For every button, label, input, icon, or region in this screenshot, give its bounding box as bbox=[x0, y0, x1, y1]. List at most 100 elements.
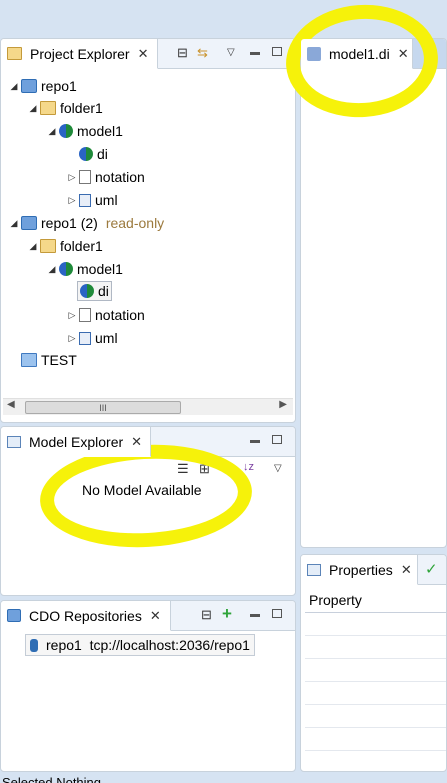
filter-icon[interactable]: ✎ bbox=[221, 461, 232, 477]
close-icon[interactable]: ✕ bbox=[138, 46, 149, 62]
horizontal-scrollbar[interactable]: ◀ III ▶ bbox=[3, 398, 293, 415]
collapsed-arrow-icon[interactable]: ▷ bbox=[67, 195, 77, 206]
table-row bbox=[305, 727, 446, 728]
list-icon[interactable]: ☰ bbox=[177, 461, 189, 477]
tree-item-label: di bbox=[97, 146, 108, 162]
uml-icon bbox=[79, 193, 91, 207]
maximize-icon[interactable] bbox=[272, 47, 282, 56]
tree-item-label: folder1 bbox=[60, 100, 103, 116]
tree-item[interactable]: ◢ repo1 (2) read-only bbox=[9, 213, 165, 233]
properties-view: Properties ✕ ✓ Property bbox=[300, 554, 447, 772]
tree-item-label: folder1 bbox=[60, 238, 103, 254]
tree-item[interactable]: di bbox=[67, 144, 108, 164]
minimize-icon[interactable] bbox=[250, 614, 260, 617]
properties-title: Properties bbox=[329, 561, 393, 578]
maximize-icon[interactable] bbox=[272, 609, 282, 618]
tab-project-explorer[interactable]: Project Explorer ✕ bbox=[1, 39, 158, 69]
expand-arrow-icon[interactable]: ◢ bbox=[28, 241, 38, 252]
expand-arrow-icon[interactable]: ◢ bbox=[47, 126, 57, 137]
scroll-left-icon[interactable]: ◀ bbox=[7, 399, 15, 410]
repo-icon bbox=[21, 216, 37, 230]
tab-model1-di[interactable]: model1.di ✕ bbox=[301, 39, 413, 69]
tree-item-selected[interactable]: di bbox=[67, 281, 112, 301]
tree-item-label: di bbox=[98, 283, 109, 299]
repo-icon bbox=[21, 79, 37, 93]
tree-item-label: notation bbox=[95, 169, 145, 185]
status-text: Selected Nothing bbox=[2, 775, 102, 783]
link-with-editor-icon[interactable]: ⇆ bbox=[197, 45, 208, 61]
model-icon bbox=[79, 147, 93, 161]
close-icon[interactable]: ✕ bbox=[150, 608, 161, 624]
scroll-thumb[interactable]: III bbox=[25, 401, 181, 414]
tab-properties[interactable]: Properties ✕ bbox=[301, 555, 418, 585]
collapse-all-icon[interactable]: ⊟ bbox=[201, 607, 212, 623]
cdo-repositories-view: CDO Repositories ✕ ⊟ + repo1 tcp://local… bbox=[0, 600, 296, 772]
view-menu-icon[interactable]: ▽ bbox=[274, 463, 282, 474]
tree-item-label: repo1 bbox=[41, 78, 77, 94]
collapsed-arrow-icon[interactable]: ▷ bbox=[67, 310, 77, 321]
project-explorer-view: Project Explorer ✕ ⊟ ⇆ ▽ ◢ repo1 ◢ folde… bbox=[0, 38, 296, 423]
close-icon[interactable]: ✕ bbox=[131, 434, 142, 450]
notation-icon bbox=[79, 170, 91, 184]
table-divider bbox=[305, 612, 446, 613]
tab-cdo-repositories[interactable]: CDO Repositories ✕ bbox=[1, 601, 171, 631]
selection-box: di bbox=[77, 281, 112, 301]
project-explorer-title: Project Explorer bbox=[30, 45, 130, 62]
expand-arrow-icon[interactable]: ◢ bbox=[47, 264, 57, 275]
empty-message: No Model Available bbox=[82, 482, 202, 498]
tree-item-label: model1 bbox=[77, 261, 123, 277]
tree-item-label: TEST bbox=[41, 352, 77, 368]
cdo-repo-item[interactable]: repo1 tcp://localhost:2036/repo1 bbox=[25, 634, 255, 656]
tree-item[interactable]: ▷ uml bbox=[67, 190, 118, 210]
view-menu-icon[interactable]: ▽ bbox=[227, 47, 235, 58]
hierarchy-icon[interactable]: ⊞ bbox=[199, 461, 210, 477]
status-bar: Selected Nothing bbox=[0, 775, 447, 783]
tree-item[interactable]: ◢ model1 bbox=[47, 259, 123, 279]
cdo-repositories-icon bbox=[7, 609, 21, 622]
close-icon[interactable]: ✕ bbox=[398, 46, 409, 62]
tree-item-label: uml bbox=[95, 330, 118, 346]
notation-icon bbox=[79, 308, 91, 322]
expand-arrow-icon[interactable]: ◢ bbox=[28, 103, 38, 114]
repo-connection-icon bbox=[30, 638, 38, 652]
tree-item-label: repo1 (2) bbox=[41, 215, 98, 231]
tab-model-explorer[interactable]: Model Explorer ✕ bbox=[1, 427, 151, 457]
tree-item[interactable]: ◢ repo1 bbox=[9, 76, 77, 96]
property-column-header: Property bbox=[309, 592, 362, 608]
tree-item[interactable]: ◢ folder1 bbox=[28, 236, 103, 256]
table-row bbox=[305, 635, 446, 636]
scroll-thumb-grip: III bbox=[99, 402, 107, 413]
model-explorer-view: Model Explorer ✕ ☰ ⊞ ✎ ↓z ▽ No Model Ava… bbox=[0, 426, 296, 596]
close-icon[interactable]: ✕ bbox=[401, 562, 412, 578]
tree-item[interactable]: ◢ folder1 bbox=[28, 98, 103, 118]
expand-arrow-icon[interactable]: ◢ bbox=[9, 218, 19, 229]
collapsed-arrow-icon[interactable]: ▷ bbox=[67, 172, 77, 183]
model-icon bbox=[80, 284, 94, 298]
editor-area: model1.di ✕ bbox=[300, 38, 447, 548]
tree-item[interactable]: ◢ model1 bbox=[47, 121, 123, 141]
minimize-icon[interactable] bbox=[250, 440, 260, 443]
sort-az-icon[interactable]: ↓z bbox=[243, 461, 254, 473]
tree-item-label: notation bbox=[95, 307, 145, 323]
collapse-all-icon[interactable]: ⊟ bbox=[177, 45, 188, 61]
read-only-label: read-only bbox=[105, 215, 165, 231]
add-icon[interactable]: + bbox=[222, 604, 232, 624]
uml-icon bbox=[79, 331, 91, 345]
tree-item[interactable]: ▷ uml bbox=[67, 328, 118, 348]
tree-item[interactable]: ▷ notation bbox=[67, 167, 145, 187]
maximize-icon[interactable] bbox=[272, 435, 282, 444]
tree-item[interactable]: TEST bbox=[19, 350, 77, 370]
editor-tab-label: model1.di bbox=[329, 45, 390, 62]
table-row bbox=[305, 704, 446, 705]
collapsed-arrow-icon[interactable]: ▷ bbox=[67, 333, 77, 344]
minimize-icon[interactable] bbox=[250, 52, 260, 55]
check-icon[interactable]: ✓ bbox=[425, 560, 438, 578]
expand-arrow-icon[interactable]: ◢ bbox=[9, 81, 19, 92]
tree-item-label: uml bbox=[95, 192, 118, 208]
model-icon bbox=[59, 124, 73, 138]
scroll-right-icon[interactable]: ▶ bbox=[279, 399, 287, 410]
folder-icon bbox=[40, 239, 56, 253]
properties-icon bbox=[307, 563, 321, 576]
tree-item[interactable]: ▷ notation bbox=[67, 305, 145, 325]
model-explorer-title: Model Explorer bbox=[29, 433, 124, 450]
